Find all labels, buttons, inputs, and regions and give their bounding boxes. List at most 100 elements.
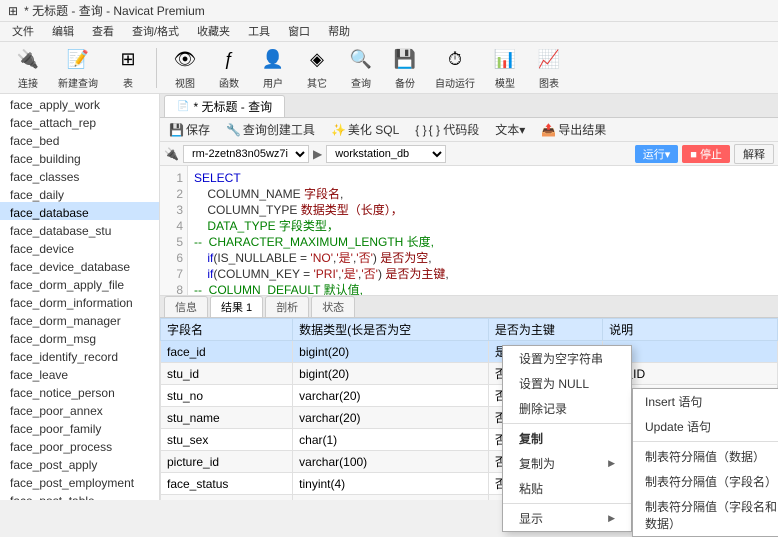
sidebar-item-face_poor_process[interactable]: face_poor_process: [0, 436, 159, 454]
toolbar-icon-model: 📊: [491, 45, 519, 73]
toolbar-icon-autorun: ⏱: [441, 45, 469, 73]
query-builder-button[interactable]: 🔧 查询创建工具: [221, 119, 320, 140]
sidebar-item-face_device[interactable]: face_device: [0, 238, 159, 256]
sidebar-item-face_post_apply[interactable]: face_post_apply: [0, 454, 159, 472]
ctx-display[interactable]: 显示: [503, 506, 631, 531]
sidebar-item-face_identify_record[interactable]: face_identify_record: [0, 346, 159, 364]
cell-type: varchar(255): [293, 495, 489, 501]
sidebar-item-face_dorm_manager[interactable]: face_dorm_manager: [0, 310, 159, 328]
query-tab[interactable]: 📄 * 无标题 - 查询: [164, 95, 285, 117]
export-result-button[interactable]: 📤 导出结果: [536, 119, 611, 140]
sidebar-item-face_building[interactable]: face_building: [0, 148, 159, 166]
connection-select[interactable]: rm-2zetn83n05wz7i: [183, 145, 309, 163]
toolbar-function[interactable]: ƒ 函数: [209, 41, 249, 94]
toolbar-view[interactable]: 👁 视图: [165, 41, 205, 94]
sub-sep: [633, 441, 778, 442]
toolbar-icon-chart: 📈: [535, 45, 563, 73]
query-editor[interactable]: 1 2 3 4 5 6 7 8 9 SELECT COLUMN_NAME 字段名…: [160, 166, 778, 296]
toolbar-table[interactable]: ⊞ 表: [108, 41, 148, 94]
col-header-type[interactable]: 数据类型(长是否为空: [293, 319, 489, 341]
cell-type: char(1): [293, 429, 489, 451]
ctx-delete-record[interactable]: 删除记录: [503, 396, 631, 421]
ctx-copy[interactable]: 复制: [503, 426, 631, 451]
save-button[interactable]: 💾 保存: [164, 119, 215, 140]
sidebar-item-face_poor_annex[interactable]: face_poor_annex: [0, 400, 159, 418]
toolbar-model[interactable]: 📊 模型: [485, 41, 525, 94]
toolbar-autorun[interactable]: ⏱ 自动运行: [429, 41, 481, 94]
toolbar: 🔌 连接📝 新建查询⊞ 表👁 视图ƒ 函数👤 用户◈ 其它🔍 查询💾: [0, 42, 778, 94]
menu-item-工具[interactable]: 工具: [240, 23, 278, 41]
toolbar-query[interactable]: 🔍 查询: [341, 41, 381, 94]
sidebar-item-face_database[interactable]: face_database: [0, 202, 159, 220]
sub-tab-field[interactable]: 制表符分隔值（字段名）: [633, 469, 778, 494]
toolbar-label-view: 视图: [175, 75, 195, 90]
stop-button[interactable]: ■ 停止: [682, 145, 730, 163]
sidebar-item-face_daily[interactable]: face_daily: [0, 184, 159, 202]
code-content[interactable]: SELECT COLUMN_NAME 字段名, COLUMN_TYPE 数据类型…: [188, 166, 778, 295]
ctx-paste[interactable]: 粘贴: [503, 476, 631, 501]
col-header-comment[interactable]: 说明: [603, 319, 778, 341]
line-numbers: 1 2 3 4 5 6 7 8 9: [160, 166, 188, 295]
sub-tab-both[interactable]: 制表符分隔值（字段名和数据）: [633, 494, 778, 536]
sidebar-item-face_apply_work[interactable]: face_apply_work: [0, 94, 159, 112]
menu-item-查看[interactable]: 查看: [84, 23, 122, 41]
sidebar-item-face_dorm_information[interactable]: face_dorm_information: [0, 292, 159, 310]
sidebar-item-face_classes[interactable]: face_classes: [0, 166, 159, 184]
sub-tab-data[interactable]: 制表符分隔值（数据）: [633, 444, 778, 469]
menu-item-编辑[interactable]: 编辑: [44, 23, 82, 41]
toolbar-new-query[interactable]: 📝 新建查询: [52, 41, 104, 94]
text-mode-button[interactable]: 文本▾: [490, 119, 530, 140]
col-header-field[interactable]: 字段名: [161, 319, 293, 341]
toolbar-sep: [156, 48, 157, 88]
sidebar-item-face_post_table[interactable]: face_post_table: [0, 490, 159, 500]
code-line-8: -- COLUMN_DEFAULT 默认值,: [194, 282, 772, 295]
connection-icon: 🔌: [164, 147, 179, 161]
toolbar-connect[interactable]: 🔌 连接: [8, 41, 48, 94]
menu-item-文件[interactable]: 文件: [4, 23, 42, 41]
sidebar-item-face_database_stu[interactable]: face_database_stu: [0, 220, 159, 238]
toolbar-backup[interactable]: 💾 备份: [385, 41, 425, 94]
sub-update[interactable]: Update 语句: [633, 414, 778, 439]
sidebar-item-face_device_database[interactable]: face_device_database: [0, 256, 159, 274]
toolbar-other[interactable]: ◈ 其它: [297, 41, 337, 94]
result-tab-status[interactable]: 状态: [311, 296, 355, 317]
sidebar-item-face_attach_rep[interactable]: face_attach_rep: [0, 112, 159, 130]
result-tab-profile[interactable]: 剖析: [265, 296, 309, 317]
sidebar-item-face_bed[interactable]: face_bed: [0, 130, 159, 148]
menu-item-窗口[interactable]: 窗口: [280, 23, 318, 41]
ctx-set-empty[interactable]: 设置为空字符串: [503, 346, 631, 371]
menu-item-收藏夹[interactable]: 收藏夹: [189, 23, 238, 41]
run-button[interactable]: 运行▾: [635, 145, 679, 163]
database-select[interactable]: workstation_db: [326, 145, 446, 163]
sidebar-item-face_dorm_apply_file[interactable]: face_dorm_apply_file: [0, 274, 159, 292]
ctx-set-null[interactable]: 设置为 NULL: [503, 371, 631, 396]
toolbar-chart[interactable]: 📈 图表: [529, 41, 569, 94]
sub-insert[interactable]: Insert 语句: [633, 389, 778, 414]
col-header-primary[interactable]: 是否为主键: [488, 319, 602, 341]
sidebar-item-face_post_employment[interactable]: face_post_employment: [0, 472, 159, 490]
cell-type: varchar(20): [293, 385, 489, 407]
menu-item-帮助[interactable]: 帮助: [320, 23, 358, 41]
result-tab-result1[interactable]: 结果 1: [210, 296, 263, 317]
code-segment-button[interactable]: { } { } 代码段: [410, 119, 484, 140]
cell-field: stu_id: [161, 363, 293, 385]
menu-item-查询/格式[interactable]: 查询/格式: [124, 23, 187, 41]
table-row-1[interactable]: stu_id bigint(20) 否 学生ID: [161, 363, 778, 385]
toolbar-label-user: 用户: [263, 75, 283, 90]
toolbar-label-connect: 连接: [18, 75, 38, 90]
toolbar-icon-user: 👤: [259, 45, 287, 73]
toolbar-icon-backup: 💾: [391, 45, 419, 73]
cell-type: bigint(20): [293, 341, 489, 363]
code-line-7: if(COLUMN_KEY = 'PRI','是','否') 是否为主键,: [194, 266, 772, 282]
sidebar-item-face_poor_family[interactable]: face_poor_family: [0, 418, 159, 436]
toolbar-user[interactable]: 👤 用户: [253, 41, 293, 94]
sidebar-item-face_notice_person[interactable]: face_notice_person: [0, 382, 159, 400]
explain-button[interactable]: 解释: [734, 144, 774, 164]
beautify-sql-button[interactable]: ✨ 美化 SQL: [326, 119, 404, 140]
builder-icon: 🔧: [226, 123, 241, 137]
sidebar-item-face_leave[interactable]: face_leave: [0, 364, 159, 382]
table-row-0[interactable]: face_id bigint(20) 是 ID: [161, 341, 778, 363]
sidebar-item-face_dorm_msg[interactable]: face_dorm_msg: [0, 328, 159, 346]
result-tab-info[interactable]: 信息: [164, 296, 208, 317]
ctx-copy-as[interactable]: 复制为: [503, 451, 631, 476]
